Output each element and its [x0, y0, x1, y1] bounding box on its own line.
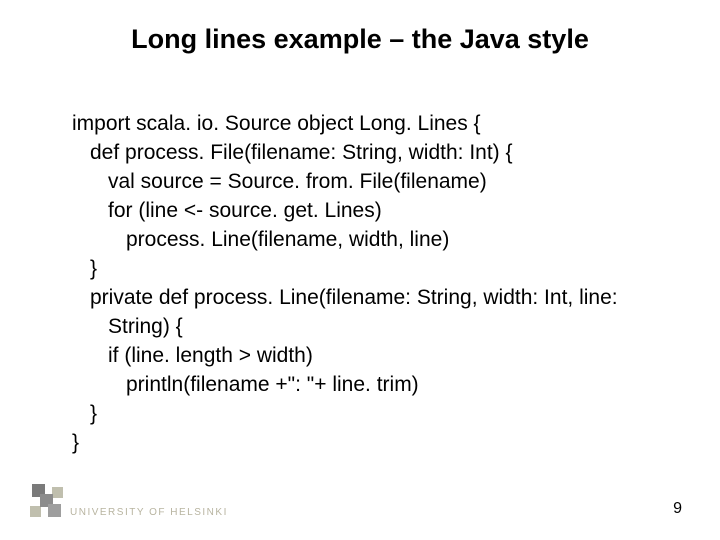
slide: Long lines example – the Java style impo… — [0, 0, 720, 540]
page-number: 9 — [673, 500, 682, 518]
slide-title: Long lines example – the Java style — [0, 24, 720, 55]
code-line: process. Line(filename, width, line) — [72, 226, 670, 255]
code-line: val source = Source. from. File(filename… — [72, 168, 670, 197]
code-line: import scala. io. Source object Long. Li… — [72, 110, 670, 139]
code-line: } — [72, 429, 670, 458]
code-line: private def process. Line(filename: Stri… — [72, 284, 670, 313]
code-line: for (line <- source. get. Lines) — [72, 197, 670, 226]
code-line: if (line. length > width) — [72, 342, 670, 371]
code-line: } — [72, 400, 670, 429]
code-line: def process. File(filename: String, widt… — [72, 139, 670, 168]
code-line: } — [72, 255, 670, 284]
code-line: String) { — [72, 313, 670, 342]
footer-university: UNIVERSITY OF HELSINKI — [70, 507, 228, 518]
university-logo-icon — [28, 484, 66, 522]
code-block: import scala. io. Source object Long. Li… — [72, 110, 670, 458]
code-line: println(filename +": "+ line. trim) — [72, 371, 670, 400]
